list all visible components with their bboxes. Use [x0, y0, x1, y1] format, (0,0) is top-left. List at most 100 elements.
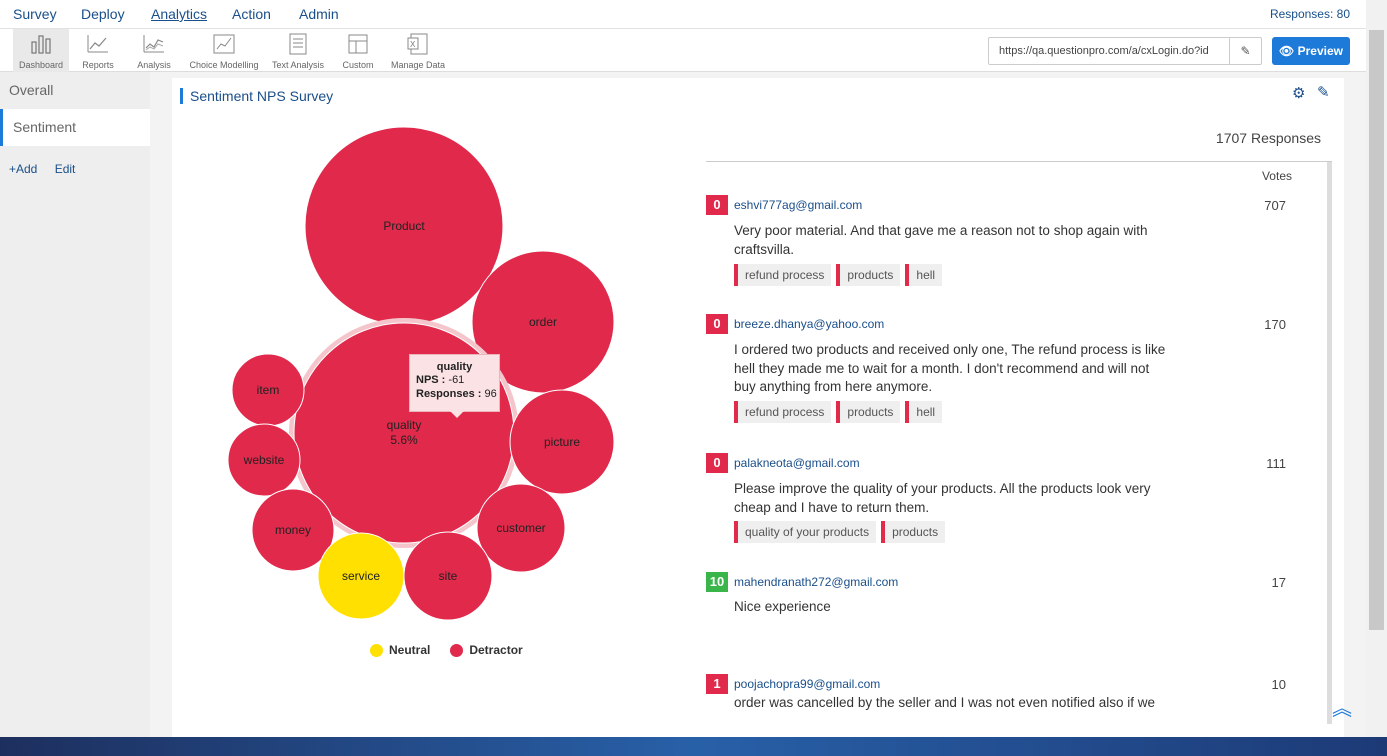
scroll-to-top-icon[interactable]: ︽	[1332, 692, 1352, 721]
tag[interactable]: products	[881, 521, 946, 543]
eye-icon: 👁	[1279, 44, 1295, 58]
tool-custom[interactable]: Custom	[336, 29, 380, 72]
respondent-email[interactable]: breeze.dhanya@yahoo.com	[734, 317, 884, 331]
tool-label: Manage Data	[390, 60, 446, 70]
reports-icon	[87, 35, 108, 53]
menu-survey[interactable]: Survey	[13, 0, 57, 28]
preview-button[interactable]: 👁 Preview	[1272, 37, 1350, 65]
preview-label: Preview	[1297, 44, 1343, 58]
bubble-label: item	[257, 383, 280, 397]
tag[interactable]: refund process	[734, 264, 832, 286]
tag-list: quality of your products products	[734, 521, 950, 543]
tool-dashboard[interactable]: Dashboard	[13, 29, 69, 72]
nps-score-badge: 10	[706, 572, 728, 592]
bubble-percent-label: 5.6%	[390, 433, 418, 447]
response-item: 10 mahendranath272@gmail.com 17 Nice exp…	[706, 572, 1306, 632]
tag[interactable]: quality of your products	[734, 521, 877, 543]
custom-icon	[348, 34, 368, 54]
response-text: order was cancelled by the seller and I …	[734, 695, 1155, 710]
menu-admin[interactable]: Admin	[299, 0, 339, 28]
bubble-label: website	[243, 453, 285, 467]
gear-icon[interactable]: ⚙	[1292, 84, 1305, 102]
text-analysis-icon	[289, 33, 307, 55]
url-field[interactable]: https://qa.questionpro.com/a/cxLogin.do?…	[988, 37, 1262, 65]
tag[interactable]: refund process	[734, 401, 832, 423]
respondent-email[interactable]: palakneota@gmail.com	[734, 456, 860, 470]
tag-list: refund process products hell	[734, 401, 947, 423]
bubble-label: site	[439, 569, 458, 583]
tool-label: Dashboard	[18, 60, 64, 70]
responses-total: 1707 Responses	[1215, 130, 1321, 146]
response-text: Please improve the quality of your produ…	[734, 481, 1151, 515]
nps-score-badge: 1	[706, 674, 728, 694]
tooltip-responses-label: Responses :	[416, 388, 482, 400]
sentiment-panel: Sentiment NPS Survey ⚙ ✎ 1707 Responses …	[172, 78, 1344, 737]
response-item: 0 palakneota@gmail.com 111 Please improv…	[706, 453, 1306, 553]
top-nav: Survey Deploy Analytics Action Admin Res…	[0, 0, 1366, 29]
tool-label: Custom	[342, 60, 374, 70]
toolbar: Dashboard Reports Analysis Choice Modell…	[0, 29, 1366, 72]
bubble-label: money	[275, 523, 311, 537]
response-list: Votes 0 eshvi777ag@gmail.com 707 Very po…	[706, 161, 1332, 737]
vote-count: 170	[1264, 317, 1286, 332]
chart-tooltip: quality NPS : -61 Responses : 96	[409, 354, 500, 418]
bubble-label: customer	[496, 521, 545, 535]
nps-score-badge: 0	[706, 453, 728, 473]
dashboard-icon	[31, 35, 51, 54]
respondent-email[interactable]: eshvi777ag@gmail.com	[734, 198, 862, 212]
response-item: 0 breeze.dhanya@yahoo.com 170 I ordered …	[706, 314, 1306, 434]
sidebar: Overall Sentiment +Add Edit	[0, 72, 150, 737]
tag[interactable]: products	[836, 401, 901, 423]
bubble-label: service	[342, 569, 380, 583]
tool-label: Text Analysis	[271, 60, 325, 70]
tool-analysis[interactable]: Analysis	[132, 29, 176, 72]
vote-count: 111	[1266, 456, 1286, 471]
tooltip-nps-label: NPS :	[416, 374, 446, 386]
nps-score-badge: 0	[706, 314, 728, 334]
chart-legend: Neutral Detractor	[370, 643, 543, 657]
legend-label: Neutral	[389, 643, 431, 657]
bubble-label: order	[529, 315, 557, 329]
tag[interactable]: hell	[905, 401, 943, 423]
tool-manage-data[interactable]: X Manage Data	[390, 29, 446, 72]
tool-label: Analysis	[137, 60, 171, 70]
respondent-email[interactable]: poojachopra99@gmail.com	[734, 677, 880, 691]
main-area: Sentiment NPS Survey ⚙ ✎ 1707 Responses …	[150, 72, 1366, 737]
menu-action[interactable]: Action	[232, 0, 271, 28]
analysis-icon	[143, 35, 164, 53]
legend-dot-neutral	[370, 643, 383, 657]
legend-label: Detractor	[469, 643, 523, 657]
tool-label: Reports	[82, 60, 114, 70]
menu-deploy[interactable]: Deploy	[81, 0, 125, 28]
tag[interactable]: products	[836, 264, 901, 286]
edit-link[interactable]: Edit	[55, 162, 76, 176]
tool-choice-modelling[interactable]: Choice Modelling	[186, 29, 262, 72]
response-text: I ordered two products and received only…	[734, 342, 1166, 394]
tag[interactable]: hell	[905, 264, 943, 286]
taskbar	[0, 737, 1387, 756]
menu-analytics[interactable]: Analytics	[151, 0, 207, 28]
tool-reports[interactable]: Reports	[76, 29, 120, 72]
sidebar-item-sentiment[interactable]: Sentiment	[0, 109, 150, 146]
pencil-icon[interactable]: ✎	[1229, 38, 1261, 64]
tooltip-nps: NPS : -61	[410, 373, 499, 387]
votes-header: Votes	[1261, 169, 1292, 183]
page-scrollbar[interactable]	[1366, 0, 1387, 737]
vote-count: 707	[1264, 198, 1286, 213]
response-text: Nice experience	[734, 599, 831, 614]
sidebar-item-overall[interactable]: Overall	[0, 72, 150, 109]
response-item: 1 poojachopra99@gmail.com 10 order was c…	[706, 674, 1306, 734]
tool-text-analysis[interactable]: Text Analysis	[269, 29, 327, 72]
responses-counter: Responses: 80	[1269, 7, 1350, 21]
scrollbar-thumb[interactable]	[1369, 30, 1384, 630]
magic-wand-icon[interactable]: ✎	[1317, 83, 1330, 101]
svg-text:X: X	[410, 40, 416, 49]
bubble-label: picture	[544, 435, 580, 449]
respondent-email[interactable]: mahendranath272@gmail.com	[734, 575, 898, 589]
legend-item-neutral[interactable]: Neutral	[370, 643, 430, 657]
add-link[interactable]: +Add	[9, 162, 37, 176]
response-item: 0 eshvi777ag@gmail.com 707 Very poor mat…	[706, 195, 1306, 295]
list-scrollbar[interactable]	[1327, 162, 1332, 724]
legend-item-detractor[interactable]: Detractor	[450, 643, 523, 657]
tooltip-responses: Responses : 96	[410, 387, 499, 401]
